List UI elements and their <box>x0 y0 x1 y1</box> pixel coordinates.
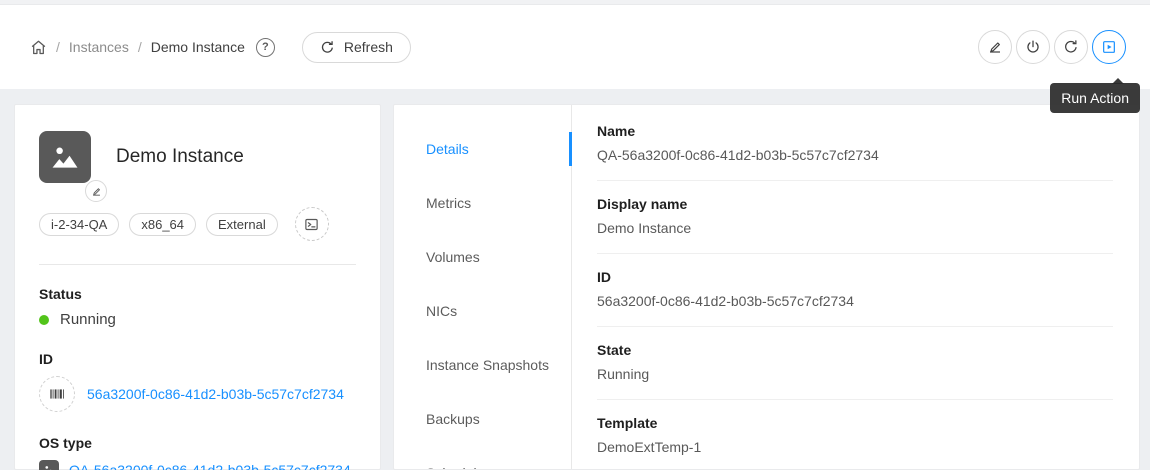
tab-schedules[interactable]: Schedules <box>394 456 571 470</box>
instance-title: Demo Instance <box>116 146 244 168</box>
instance-summary-card: Demo Instance i-2-34-QA x86_64 External … <box>14 104 381 470</box>
field-value: QA-56a3200f-0c86-41d2-b03b-5c57c7cf2734 <box>597 147 1113 163</box>
edit-icon <box>91 186 102 197</box>
tab-metrics[interactable]: Metrics <box>394 186 571 220</box>
tab-backups[interactable]: Backups <box>394 402 571 436</box>
field-value: Demo Instance <box>597 220 1113 236</box>
details-panel: Name QA-56a3200f-0c86-41d2-b03b-5c57c7cf… <box>572 105 1139 469</box>
detail-field-template: Template DemoExtTemp-1 <box>597 400 1113 470</box>
run-action-icon <box>1101 39 1117 55</box>
reload-button[interactable] <box>1054 30 1088 64</box>
tab-nics[interactable]: NICs <box>394 294 571 328</box>
edit-icon <box>987 39 1003 55</box>
field-value: DemoExtTemp-1 <box>597 439 1113 455</box>
field-value: 56a3200f-0c86-41d2-b03b-5c57c7cf2734 <box>597 293 1113 309</box>
tab-details[interactable]: Details <box>394 132 571 166</box>
tag-hypervisor[interactable]: External <box>206 213 278 236</box>
reload-icon <box>320 40 335 55</box>
breadcrumb-separator: / <box>138 39 142 55</box>
detail-field-state: State Running <box>597 327 1113 400</box>
page-header: / Instances / Demo Instance ? Refresh <box>0 5 1150 89</box>
field-value: Running <box>597 366 1113 382</box>
status-value: Running <box>60 311 116 328</box>
help-icon[interactable]: ? <box>256 38 275 57</box>
status-label: Status <box>39 286 356 302</box>
edit-button[interactable] <box>978 30 1012 64</box>
card-divider <box>39 264 356 265</box>
home-icon[interactable] <box>30 39 47 56</box>
os-type-link[interactable]: QA-56a3200f-0c86-41d2-b03b-5c57c7cf2734 <box>69 462 351 470</box>
instance-image-icon <box>39 131 91 183</box>
tab-volumes[interactable]: Volumes <box>394 240 571 274</box>
id-label: ID <box>39 351 356 367</box>
detail-field-display-name: Display name Demo Instance <box>597 181 1113 254</box>
field-label: Display name <box>597 196 1113 212</box>
tag-arch[interactable]: x86_64 <box>129 213 196 236</box>
detail-field-id: ID 56a3200f-0c86-41d2-b03b-5c57c7cf2734 <box>597 254 1113 327</box>
run-action-tooltip: Run Action <box>1050 83 1140 113</box>
detail-tabs: Details Metrics Volumes NICs Instance Sn… <box>394 105 572 469</box>
instance-id-link[interactable]: 56a3200f-0c86-41d2-b03b-5c57c7cf2734 <box>87 386 344 402</box>
field-label: ID <box>597 269 1113 285</box>
status-running-dot <box>39 315 49 325</box>
terminal-icon <box>304 217 319 232</box>
refresh-button[interactable]: Refresh <box>302 32 411 63</box>
os-type-label: OS type <box>39 435 356 451</box>
breadcrumb: / Instances / Demo Instance ? Refresh <box>30 32 411 63</box>
instance-tags: i-2-34-QA x86_64 External <box>39 207 356 241</box>
barcode-icon <box>39 376 75 412</box>
content-area: Demo Instance i-2-34-QA x86_64 External … <box>0 89 1150 470</box>
reload-icon <box>1063 39 1079 55</box>
os-image-icon <box>39 460 59 470</box>
detail-field-name: Name QA-56a3200f-0c86-41d2-b03b-5c57c7cf… <box>597 108 1113 181</box>
field-label: Name <box>597 123 1113 139</box>
header-actions <box>978 30 1126 64</box>
tab-instance-snapshots[interactable]: Instance Snapshots <box>394 348 571 382</box>
edit-icon-badge[interactable] <box>85 180 107 202</box>
breadcrumb-current: Demo Instance <box>151 39 245 55</box>
power-icon <box>1025 39 1041 55</box>
breadcrumb-separator: / <box>56 39 60 55</box>
field-label: Template <box>597 415 1113 431</box>
console-button[interactable] <box>295 207 329 241</box>
tag-internal-name[interactable]: i-2-34-QA <box>39 213 119 236</box>
instance-detail-card: Details Metrics Volumes NICs Instance Sn… <box>393 104 1140 470</box>
field-label: State <box>597 342 1113 358</box>
power-button[interactable] <box>1016 30 1050 64</box>
refresh-button-label: Refresh <box>344 39 393 55</box>
breadcrumb-instances[interactable]: Instances <box>69 39 129 55</box>
run-action-button[interactable] <box>1092 30 1126 64</box>
